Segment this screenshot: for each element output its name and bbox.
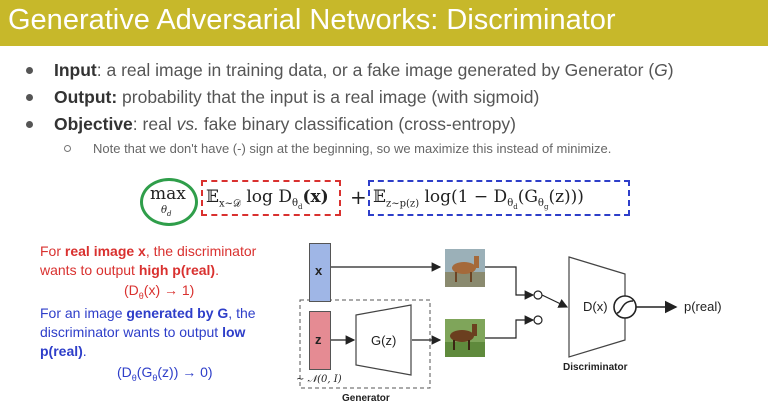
generator-label: Generator [342,393,390,404]
fake-path [485,315,535,339]
switch-node-bottom [533,315,543,325]
x-label: x [315,263,323,278]
z-label: z [315,332,322,347]
switch-arrow [541,294,569,308]
gz-label: G(z) [371,333,397,348]
real-path [485,266,535,300]
dx-label: D(x) [583,299,608,314]
sigmoid-node [613,295,637,319]
noise-distribution-label: ∼ 𝒩(0, I) [296,374,342,385]
real-horse-image [445,249,485,287]
output-label: p(real) [684,299,722,314]
switch-node-top [533,290,543,300]
fake-horse-image [445,319,485,357]
discriminator-label: Discriminator [563,362,628,373]
